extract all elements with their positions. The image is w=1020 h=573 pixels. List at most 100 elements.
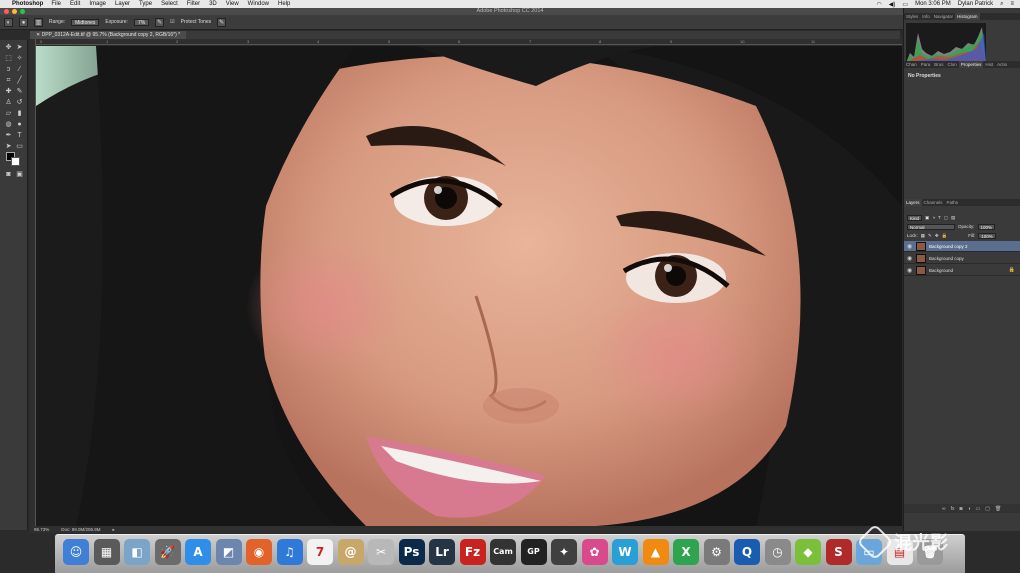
s-app-icon[interactable]: S: [825, 539, 852, 565]
lock-transparent-icon[interactable]: ▦: [921, 233, 925, 239]
delete-layer-icon[interactable]: 🗑: [995, 506, 1001, 512]
filter-adjust-icon[interactable]: ◑: [932, 215, 935, 220]
protect-tones-checkbox[interactable]: ☑: [170, 19, 174, 25]
tab-channels-mini[interactable]: Chan: [904, 61, 919, 68]
adjustment-layer-icon[interactable]: ◑: [968, 506, 971, 512]
filter-type-icon[interactable]: T: [938, 215, 941, 220]
document-tab[interactable]: ✕ DPP_0312A-Edit.tif @ 95.7% (Background…: [30, 31, 187, 39]
layer-row[interactable]: ◉ Background copy 2: [904, 241, 1020, 252]
history-brush-icon[interactable]: ↺: [15, 98, 24, 107]
menu-select[interactable]: Select: [161, 1, 178, 7]
fill-field[interactable]: 100%: [978, 232, 996, 239]
tab-paths[interactable]: Paths: [945, 199, 961, 206]
document-canvas[interactable]: [36, 46, 902, 526]
volume-icon[interactable]: ◀): [889, 1, 896, 8]
scissors-icon[interactable]: ✂: [368, 539, 394, 565]
tab-actions[interactable]: Actio: [995, 61, 1009, 68]
calendar-icon[interactable]: 7: [307, 539, 333, 565]
filter-shape-icon[interactable]: ▢: [944, 215, 948, 221]
arrow-tool-icon[interactable]: ➤: [15, 43, 24, 52]
blur-tool-icon[interactable]: ◍: [4, 120, 13, 129]
menu-layer[interactable]: Layer: [115, 1, 130, 7]
filter-smart-icon[interactable]: ▤: [951, 215, 955, 221]
system-prefs-icon[interactable]: ⚙: [703, 539, 730, 565]
mail-icon[interactable]: @: [337, 539, 364, 565]
preview-icon[interactable]: ◧: [124, 539, 150, 565]
brush-tool-icon[interactable]: ✎: [15, 87, 24, 96]
tab-paragraph[interactable]: Para: [919, 61, 933, 68]
range-select[interactable]: Midtones: [71, 18, 100, 26]
magic-wand-icon[interactable]: ✧: [15, 54, 24, 63]
brush-panel-icon[interactable]: ▥: [34, 17, 43, 27]
brush-preset-icon[interactable]: ●: [19, 17, 28, 27]
tab-brush[interactable]: Brus: [932, 61, 945, 68]
final-cut-icon[interactable]: ✦: [551, 539, 577, 565]
search-icon[interactable]: ⌕: [1000, 1, 1003, 8]
x-app-icon[interactable]: X: [673, 539, 699, 565]
quick-mask-icon[interactable]: ◙: [4, 170, 13, 179]
type-tool-icon[interactable]: T: [15, 131, 24, 140]
lasso-tool-icon[interactable]: ↄ: [4, 65, 13, 74]
background-color[interactable]: [11, 157, 20, 166]
camranger-icon[interactable]: Cam: [490, 539, 516, 565]
dodge-tool-icon[interactable]: ◐: [4, 17, 13, 27]
wifi-icon[interactable]: ◠: [877, 1, 882, 8]
clone-stamp-icon[interactable]: ♙: [4, 98, 13, 107]
dodge-tool-icon-box[interactable]: ●: [15, 120, 24, 129]
photoshop-icon[interactable]: Ps: [398, 539, 425, 565]
itunes-icon[interactable]: ♫: [276, 539, 303, 565]
crop-tool-icon[interactable]: ⌗: [4, 76, 13, 85]
status-menu-icon[interactable]: ▸: [113, 527, 115, 533]
gradient-icon[interactable]: ▮: [15, 109, 24, 118]
tab-properties[interactable]: Properties: [958, 61, 984, 68]
tab-histogram[interactable]: Histogram: [955, 13, 980, 20]
green-app-icon[interactable]: ◆: [795, 539, 821, 565]
list-icon[interactable]: ≡: [1010, 1, 1014, 7]
add-mask-icon[interactable]: ◙: [959, 506, 962, 512]
opacity-field[interactable]: 100%: [977, 223, 996, 230]
user-name[interactable]: Dylan Patrick: [958, 1, 993, 7]
pressure-icon[interactable]: ✎: [217, 17, 227, 27]
tab-clone[interactable]: Clon: [946, 61, 959, 68]
new-group-icon[interactable]: ▭: [976, 506, 981, 512]
layer-row[interactable]: ◉ Background 🔒: [904, 265, 1020, 276]
finder-icon[interactable]: ☺: [63, 539, 89, 565]
blend-mode-select[interactable]: Normal: [907, 223, 955, 230]
quicktime-icon[interactable]: Q: [734, 539, 760, 565]
menu-view[interactable]: View: [226, 1, 239, 7]
menu-edit[interactable]: Edit: [70, 1, 80, 7]
tab-layers[interactable]: Layers: [904, 199, 922, 206]
app-menu[interactable]: Photoshop: [12, 1, 43, 7]
filter-pixel-icon[interactable]: ▣: [925, 215, 929, 221]
calendar-app-icon[interactable]: ▦: [93, 539, 120, 565]
gopro-icon[interactable]: GP: [520, 539, 547, 565]
battery-icon[interactable]: ▭: [902, 1, 908, 8]
tab-history[interactable]: Hist: [983, 61, 995, 68]
screen-mode-icon[interactable]: ▣: [15, 170, 24, 179]
image-capture-icon[interactable]: ◩: [215, 539, 242, 565]
clock[interactable]: Mon 3:06 PM: [915, 1, 951, 7]
healing-brush-icon[interactable]: ✚: [4, 87, 13, 96]
color-icon[interactable]: ✿: [581, 539, 608, 565]
visibility-eye-icon[interactable]: ◉: [907, 243, 913, 250]
visibility-eye-icon[interactable]: ◉: [907, 255, 913, 262]
lock-move-icon[interactable]: ✥: [935, 233, 939, 239]
menu-help[interactable]: Help: [278, 1, 290, 7]
lock-all-icon[interactable]: 🔒: [942, 233, 948, 239]
menu-filter[interactable]: Filter: [187, 1, 200, 7]
app-store-icon[interactable]: A: [185, 539, 211, 565]
layer-style-icon[interactable]: fx: [951, 506, 955, 512]
menu-type[interactable]: Type: [139, 1, 152, 7]
path-select-icon[interactable]: ➤: [4, 142, 13, 151]
lightroom-icon[interactable]: Lr: [429, 539, 455, 565]
eyedropper-icon[interactable]: ⁄: [15, 65, 24, 74]
tab-navigator[interactable]: Navigator: [932, 13, 955, 20]
vlc-icon[interactable]: ▲: [642, 539, 669, 565]
launchpad-icon[interactable]: 🚀: [154, 539, 181, 565]
link-layers-icon[interactable]: ∞: [942, 506, 946, 512]
marquee-tool-icon[interactable]: ⬚: [4, 54, 13, 63]
shape-tool-icon[interactable]: ▭: [15, 142, 24, 151]
pen-tool-icon[interactable]: ✒: [4, 131, 13, 140]
time-machine-icon[interactable]: ◷: [764, 539, 791, 565]
kind-filter[interactable]: Kind: [907, 214, 923, 221]
